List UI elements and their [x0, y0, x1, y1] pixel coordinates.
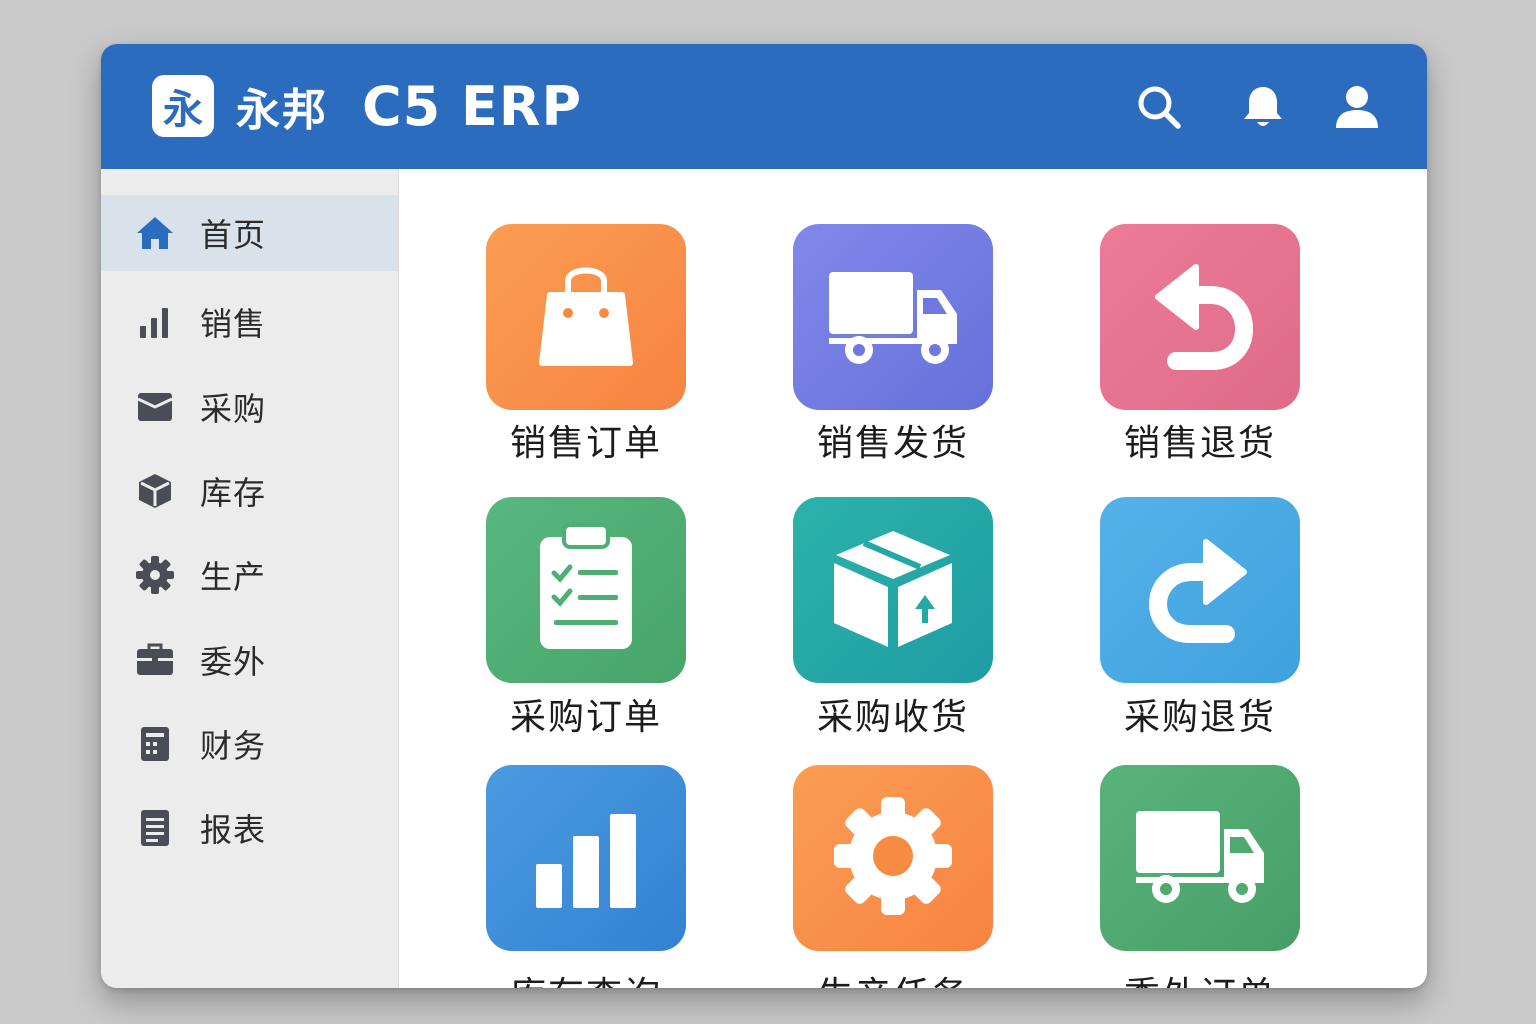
app-name-cn: 永邦 [236, 85, 328, 136]
tile-label: 采购收货 [816, 697, 969, 738]
tile-label: 销售发货 [816, 423, 969, 464]
sidebar-item-production[interactable]: 生产 [101, 537, 398, 613]
document-icon [135, 808, 175, 848]
app-name-en: C5 ERP [362, 75, 583, 138]
search-icon[interactable] [1136, 84, 1182, 130]
sidebar-item-label: 报表 [200, 811, 267, 849]
sidebar-item-inventory[interactable]: 库存 [101, 453, 398, 529]
bell-icon[interactable] [1240, 84, 1286, 130]
tile-outsourcing-order[interactable] [1100, 765, 1300, 951]
tile-sales-return[interactable] [1100, 224, 1300, 410]
gear-icon [135, 555, 175, 595]
tile-label: 采购订单 [509, 697, 662, 738]
sidebar-item-label: 财务 [200, 727, 267, 765]
sidebar: 首页 销售 采购 库存 生产 委外 财务 报表 [101, 169, 399, 988]
user-icon[interactable] [1334, 84, 1380, 130]
tile-production-task[interactable] [793, 765, 993, 951]
bar-chart-icon [526, 796, 646, 920]
app-window: 永 永邦 C5 ERP 首页 销售 采购 库存 生产 委外 财务 报表 销售订单… [101, 44, 1427, 988]
cube-icon [135, 471, 175, 511]
clipboard-checklist-icon [526, 523, 646, 657]
truck-icon [823, 260, 963, 374]
sidebar-item-home[interactable]: 首页 [101, 195, 398, 271]
tile-label: 委外订单 [1060, 974, 1340, 988]
app-logo: 永 [152, 75, 214, 137]
package-icon [828, 523, 958, 657]
sidebar-item-label: 采购 [200, 390, 267, 428]
sidebar-item-outsourcing[interactable]: 委外 [101, 622, 398, 698]
tile-label: 库存查询 [446, 974, 726, 988]
truck-icon [1130, 801, 1270, 915]
sidebar-item-label: 委外 [200, 643, 267, 681]
tile-sales-order[interactable] [486, 224, 686, 410]
tile-inventory-query[interactable] [486, 765, 686, 951]
return-arrow-icon [1140, 255, 1260, 379]
sidebar-item-label: 生产 [200, 558, 267, 596]
box-icon [135, 387, 175, 427]
tile-label: 销售退货 [1123, 423, 1276, 464]
sidebar-item-label: 首页 [200, 216, 267, 254]
tile-purchase-order[interactable] [486, 497, 686, 683]
gear-icon [830, 793, 956, 923]
home-icon [135, 213, 175, 253]
calculator-icon [135, 724, 175, 764]
redo-arrow-icon [1140, 528, 1260, 652]
tile-purchase-return[interactable] [1100, 497, 1300, 683]
sidebar-item-purchase[interactable]: 采购 [101, 369, 398, 445]
app-title: 永邦 C5 ERP [236, 74, 582, 140]
shopping-bag-icon [526, 255, 646, 379]
top-header: 永 永邦 C5 ERP [101, 44, 1427, 169]
tile-label: 生产任务 [753, 974, 1033, 988]
sidebar-item-label: 库存 [200, 474, 267, 512]
sidebar-item-sales[interactable]: 销售 [101, 284, 398, 360]
tile-sales-delivery[interactable] [793, 224, 993, 410]
bar-chart-icon [135, 302, 175, 342]
sidebar-item-finance[interactable]: 财务 [101, 706, 398, 782]
sidebar-item-label: 销售 [200, 305, 267, 343]
tile-label: 采购退货 [1123, 697, 1276, 738]
tile-purchase-receipt[interactable] [793, 497, 993, 683]
briefcase-icon [135, 640, 175, 680]
tile-label: 销售订单 [509, 423, 662, 464]
sidebar-item-reports[interactable]: 报表 [101, 790, 398, 866]
